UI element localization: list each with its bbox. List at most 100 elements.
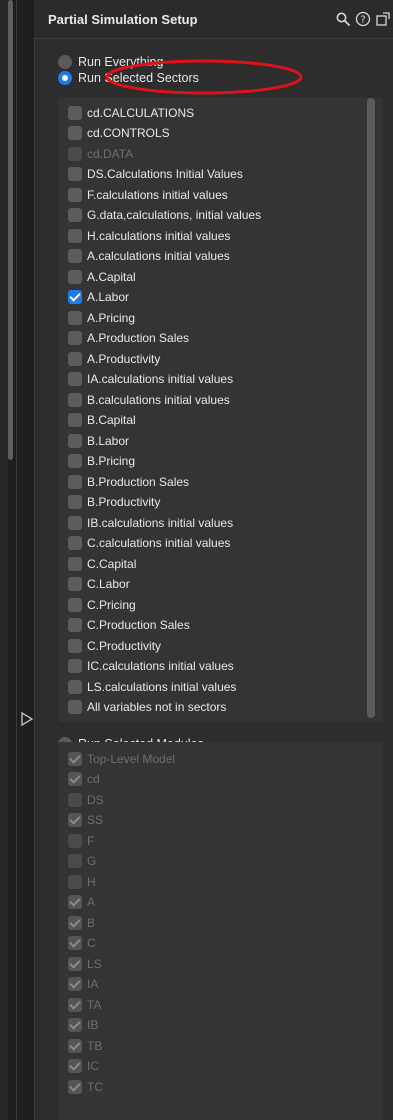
module-item: TC	[68, 1078, 103, 1095]
sector-item-label: F.calculations initial values	[87, 187, 228, 202]
checkbox[interactable]	[68, 167, 82, 181]
sector-item[interactable]: A.Production Sales	[68, 330, 189, 347]
checkbox-checked	[68, 1038, 82, 1053]
checkbox[interactable]	[68, 536, 82, 550]
sectors-list[interactable]: cd.CALCULATIONS cd.CONTROLS cd.DATA DS.Calc…	[58, 97, 383, 722]
checkbox[interactable]	[68, 351, 82, 366]
radio-indicator[interactable]	[58, 55, 72, 69]
checkbox[interactable]	[68, 413, 82, 427]
checkbox[interactable]	[68, 392, 82, 407]
sector-item-label: B.Production Sales	[87, 474, 190, 489]
checkbox[interactable]	[68, 495, 82, 509]
panel-header: Partial Simulation Setup ?	[34, 0, 393, 38]
module-item: C	[68, 935, 96, 952]
checkbox-checked	[68, 772, 82, 786]
sector-item[interactable]: cd.CONTROLS	[68, 125, 170, 142]
sector-item[interactable]: A.Labor	[68, 289, 129, 306]
disclosure-triangle-icon[interactable]	[19, 711, 35, 727]
sector-item[interactable]: B.Pricing	[68, 453, 135, 470]
checkbox[interactable]	[68, 228, 82, 243]
checkbox[interactable]	[68, 659, 82, 673]
checkbox[interactable]	[68, 105, 82, 120]
sector-item[interactable]: B.Production Sales	[68, 473, 189, 490]
checkbox[interactable]	[68, 433, 82, 448]
sector-item-label: cd.CALCULATIONS	[87, 105, 195, 120]
module-item-label: TA	[87, 997, 102, 1012]
sector-item[interactable]: LS.calculations initial values	[68, 678, 236, 695]
sector-item[interactable]: C.Pricing	[68, 596, 136, 613]
sector-item-label: C.Pricing	[87, 597, 136, 612]
checkbox[interactable]	[68, 700, 82, 714]
checkbox[interactable]	[68, 454, 82, 468]
checkbox	[68, 146, 82, 161]
checkbox-checked[interactable]	[68, 290, 82, 304]
sector-item[interactable]: A.Productivity	[68, 350, 160, 367]
sector-item[interactable]: C.Production Sales	[68, 617, 190, 634]
help-icon[interactable]: ?	[355, 11, 371, 27]
sector-item-label: A.Labor	[87, 290, 130, 304]
sector-item[interactable]: C.Productivity	[68, 637, 161, 654]
sector-item[interactable]: DS.Calculations Initial Values	[68, 166, 243, 183]
checkbox[interactable]	[68, 331, 82, 345]
checkbox	[68, 833, 82, 848]
sector-item-label: DS.Calculations Initial Values	[87, 167, 243, 181]
checkbox[interactable]	[68, 187, 82, 202]
sector-item-label: IB.calculations initial values	[87, 515, 234, 530]
module-item: A	[68, 894, 95, 911]
checkbox-checked	[68, 1079, 82, 1094]
checkbox[interactable]	[68, 249, 82, 263]
module-item-label: LS	[87, 956, 102, 971]
sector-item[interactable]: cd.CALCULATIONS	[68, 104, 194, 121]
sector-item-label: C.Labor	[87, 577, 130, 591]
checkbox[interactable]	[68, 597, 82, 612]
sector-item[interactable]: B.Productivity	[68, 494, 160, 511]
checkbox[interactable]	[68, 515, 82, 530]
sector-item[interactable]: B.Capital	[68, 412, 136, 429]
sector-item[interactable]: G.data,calculations, initial values	[68, 207, 261, 224]
checkbox[interactable]	[68, 638, 82, 653]
partial-simulation-panel: Partial Simulation Setup ? Run Everythin…	[34, 0, 393, 1120]
sector-item[interactable]: C.Labor	[68, 576, 130, 593]
checkbox[interactable]	[68, 269, 82, 284]
checkbox[interactable]	[68, 618, 82, 632]
left-gutter	[0, 0, 8, 1120]
export-icon[interactable]	[375, 11, 391, 27]
module-item-label: SS	[87, 813, 104, 827]
module-item: Top-Level Model	[68, 750, 175, 767]
sector-item[interactable]: C.calculations initial values	[68, 535, 230, 552]
sector-item[interactable]: IC.calculations initial values	[68, 658, 234, 675]
radio-indicator-selected[interactable]	[58, 71, 72, 85]
sector-item[interactable]: IB.calculations initial values	[68, 514, 233, 531]
sector-item[interactable]: H.calculations initial values	[68, 227, 230, 244]
checkbox[interactable]	[68, 310, 82, 325]
checkbox[interactable]	[68, 126, 82, 140]
module-item-label: C	[87, 936, 96, 950]
sector-item[interactable]: IA.calculations initial values	[68, 371, 233, 388]
search-icon[interactable]	[335, 11, 351, 27]
sector-item-label: G.data,calculations, initial values	[87, 208, 262, 222]
sector-item[interactable]: A.calculations initial values	[68, 248, 230, 265]
checkbox[interactable]	[68, 474, 82, 489]
checkbox[interactable]	[68, 372, 82, 386]
sector-item[interactable]: B.calculations initial values	[68, 391, 230, 408]
sector-item[interactable]: All variables not in sectors	[68, 699, 226, 716]
sector-item-label: IC.calculations initial values	[87, 659, 234, 673]
left-scrollbar[interactable]	[8, 0, 13, 460]
sector-item[interactable]: A.Pricing	[68, 309, 135, 326]
sector-item-label: B.Capital	[87, 413, 136, 427]
panel-divider[interactable]	[16, 0, 17, 1120]
checkbox[interactable]	[68, 577, 82, 591]
sector-item[interactable]: B.Labor	[68, 432, 129, 449]
checkbox[interactable]	[68, 208, 82, 222]
sector-item[interactable]: C.Capital	[68, 555, 136, 572]
sector-item-label: H.calculations initial values	[87, 228, 231, 243]
sector-item[interactable]: F.calculations initial values	[68, 186, 228, 203]
svg-text:?: ?	[360, 15, 365, 26]
checkbox[interactable]	[68, 679, 82, 694]
checkbox[interactable]	[68, 556, 82, 571]
module-item: F	[68, 832, 94, 849]
sector-item-label: A.calculations initial values	[87, 249, 230, 263]
module-item: DS	[68, 791, 104, 808]
sector-item[interactable]: A.Capital	[68, 268, 136, 285]
sectors-scrollbar[interactable]	[367, 98, 375, 718]
